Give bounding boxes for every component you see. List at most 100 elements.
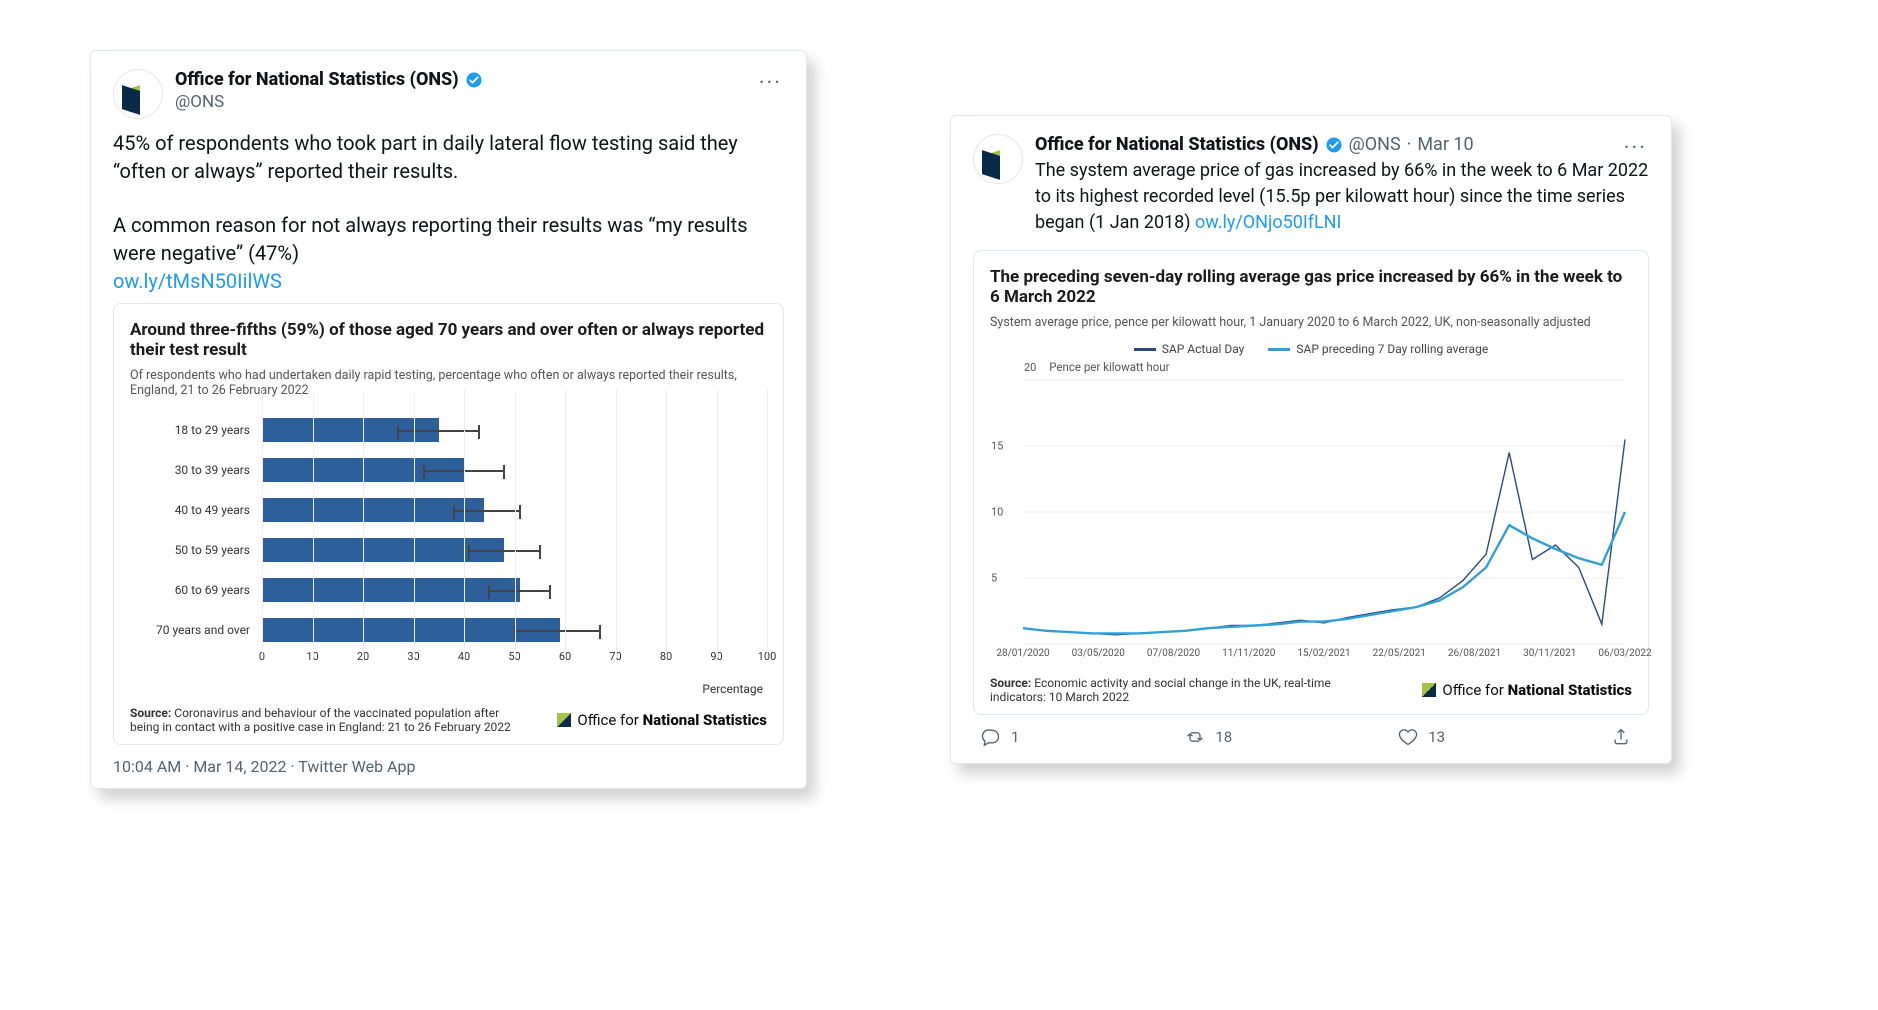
y-tick: 15	[991, 440, 1003, 453]
tweet-header: Office for National Statistics (ONS) @ON…	[973, 134, 1649, 236]
tweet-body: 45% of respondents who took part in dail…	[113, 129, 784, 295]
share-icon	[1611, 727, 1631, 747]
account-handle[interactable]: @ONS	[1349, 134, 1401, 156]
confidence-interval	[469, 550, 540, 552]
tweet-text-paragraph: A common reason for not always reporting…	[113, 211, 784, 295]
bar-label: 40 to 49 years	[130, 503, 262, 517]
verified-badge-icon	[465, 71, 483, 89]
separator-dot: ·	[1407, 134, 1412, 156]
bar-row: 60 to 69 years	[130, 570, 767, 610]
bar-row: 70 years and over	[130, 610, 767, 650]
confidence-interval	[489, 590, 550, 592]
tweet-timestamp[interactable]: 10:04 AM · Mar 14, 2022 · Twitter Web Ap…	[113, 757, 784, 776]
legend-item: SAP Actual Day	[1134, 342, 1245, 356]
bar	[262, 578, 520, 602]
tweet-link[interactable]: ow.ly/ONjo50IfLNI	[1195, 212, 1341, 233]
like-count: 13	[1428, 728, 1445, 746]
bar-chart: 18 to 29 years 30 to 39 years 40 to 49 yea…	[130, 410, 767, 650]
ons-brand-text: Office for	[1442, 681, 1507, 699]
bar-row: 50 to 59 years	[130, 530, 767, 570]
more-button[interactable]: ···	[753, 67, 788, 100]
legend-label: SAP Actual Day	[1162, 342, 1245, 356]
legend-swatch-icon	[1268, 348, 1290, 351]
tweet-link[interactable]: ow.ly/tMsN50IilWS	[113, 269, 282, 293]
x-axis-labels: 28/01/2020 03/05/2020 07/08/2020 11/11/2020…	[991, 648, 1631, 666]
chart-title: The preceding seven-day rolling average …	[990, 267, 1632, 307]
bar	[262, 498, 484, 522]
bar-row: 18 to 29 years	[130, 410, 767, 450]
x-tick: 15/02/2021	[1297, 648, 1350, 659]
tweet-card-right: Office for National Statistics (ONS) @ON…	[950, 115, 1672, 764]
x-tick: 03/05/2020	[1072, 648, 1125, 659]
x-tick: 30/11/2021	[1523, 648, 1576, 659]
like-button[interactable]: 13	[1398, 727, 1445, 747]
bar-label: 18 to 29 years	[130, 423, 262, 437]
x-tick: 22/05/2021	[1373, 648, 1426, 659]
x-tick: 06/03/2022	[1598, 648, 1651, 659]
ons-logo: Office for National Statistics	[1422, 681, 1632, 699]
retweet-icon	[1185, 727, 1205, 747]
retweet-button[interactable]: 18	[1185, 727, 1232, 747]
source-text: Coronavirus and behaviour of the vaccina…	[130, 706, 511, 734]
ons-brand-text: Office for	[577, 711, 642, 729]
legend-label: SAP preceding 7 Day rolling average	[1296, 342, 1488, 356]
confidence-interval	[398, 430, 479, 432]
line-chart: 5 10 15 28/01/2020 03/05/2020 07/08/2020 11/1…	[991, 376, 1631, 666]
heart-icon	[1398, 727, 1418, 747]
x-tick: 28/01/2020	[996, 648, 1049, 659]
x-axis-title: Percentage	[130, 682, 763, 696]
page: Office for National Statistics (ONS) @ON…	[0, 0, 1878, 1010]
y-tick: 5	[991, 572, 997, 585]
chart-source: Source: Coronavirus and behaviour of the…	[130, 706, 525, 734]
account-name[interactable]: Office for National Statistics (ONS)	[1035, 134, 1319, 156]
account-name[interactable]: Office for National Statistics (ONS)	[175, 69, 459, 91]
retweet-count: 18	[1215, 728, 1232, 746]
chart-title: Around three-fifths (59%) of those aged …	[130, 320, 767, 360]
x-tick: 26/08/2021	[1448, 648, 1501, 659]
chart-card-bar: Around three-fifths (59%) of those aged …	[113, 303, 784, 745]
bar-label: 50 to 59 years	[130, 543, 262, 557]
more-button[interactable]: ···	[1618, 132, 1653, 165]
bar-chart-x-axis: 0102030405060708090100	[262, 650, 767, 680]
legend-swatch-icon	[1134, 348, 1156, 351]
ons-logo: Office for National Statistics	[557, 711, 767, 729]
bar-row: 30 to 39 years	[130, 450, 767, 490]
x-tick: 07/08/2020	[1147, 648, 1200, 659]
ons-brand-bold: National Statistics	[643, 711, 767, 729]
ons-logo-icon	[1422, 683, 1436, 697]
chart-card-line: The preceding seven-day rolling average …	[973, 250, 1649, 715]
tweet-date[interactable]: Mar 10	[1417, 134, 1473, 156]
chart-subtitle: System average price, pence per kilowatt…	[990, 315, 1632, 330]
verified-badge-icon	[1325, 136, 1343, 154]
chart-source: Source: Economic activity and social cha…	[990, 676, 1362, 704]
tweet-text: A common reason for not always reporting…	[113, 213, 748, 265]
account-handle[interactable]: @ONS	[175, 91, 784, 113]
tweet-text: The system average price of gas increase…	[1035, 160, 1648, 233]
tweet-body: The system average price of gas increase…	[1035, 158, 1649, 236]
bar-row: 40 to 49 years	[130, 490, 767, 530]
confidence-interval	[515, 630, 601, 632]
avatar[interactable]	[973, 134, 1023, 184]
bar-label: 60 to 69 years	[130, 583, 262, 597]
share-button[interactable]	[1611, 727, 1631, 747]
bar-label: 70 years and over	[130, 623, 262, 637]
tweet-header: Office for National Statistics (ONS) @ON…	[113, 69, 784, 119]
bar-label: 30 to 39 years	[130, 463, 262, 477]
x-tick: 11/11/2020	[1222, 648, 1275, 659]
legend-item: SAP preceding 7 Day rolling average	[1268, 342, 1488, 356]
reply-count: 1	[1011, 728, 1019, 746]
y-tick: 10	[991, 506, 1003, 519]
source-label: Source:	[130, 706, 171, 720]
chart-subtitle: Of respondents who had undertaken daily …	[130, 368, 767, 398]
source-text: Economic activity and social change in t…	[990, 676, 1331, 704]
ons-brand-bold: National Statistics	[1508, 681, 1632, 699]
tweet-actions: 1 18 13	[973, 715, 1649, 751]
tweet-card-left: Office for National Statistics (ONS) @ON…	[90, 50, 807, 789]
avatar[interactable]	[113, 69, 163, 119]
reply-button[interactable]: 1	[981, 727, 1019, 747]
reply-icon	[981, 727, 1001, 747]
source-label: Source:	[990, 676, 1031, 690]
chart-legend: SAP Actual Day SAP preceding 7 Day rolli…	[990, 342, 1632, 356]
ons-logo-icon	[557, 713, 571, 727]
tweet-text-paragraph: 45% of respondents who took part in dail…	[113, 129, 784, 185]
